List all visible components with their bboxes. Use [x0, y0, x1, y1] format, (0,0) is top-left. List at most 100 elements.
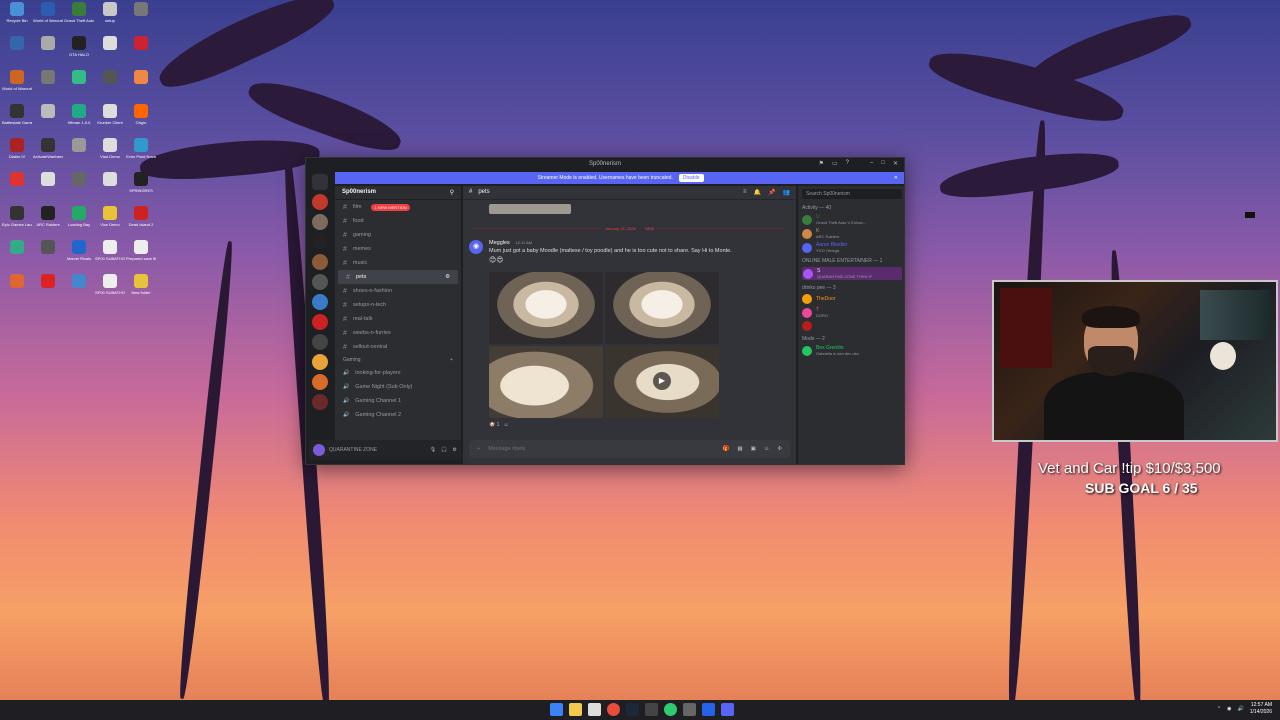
- avatar[interactable]: [313, 444, 325, 456]
- desktop-icon[interactable]: [33, 36, 63, 68]
- members-icon[interactable]: 👥: [783, 189, 790, 196]
- xbox-icon[interactable]: [664, 703, 677, 716]
- member[interactable]: S QUARANTINE ZONE THEN IF: [802, 267, 902, 280]
- channel-gaming[interactable]: # gaming: [335, 228, 461, 242]
- desktop-icon[interactable]: [95, 70, 125, 102]
- desktop-icon[interactable]: SP00 SUBATHON: [95, 274, 125, 306]
- desktop-icon[interactable]: [2, 36, 32, 68]
- desktop-icon[interactable]: World of Warcraft: [2, 70, 32, 102]
- desktop-icon[interactable]: Hitman 1.0.0: [64, 104, 94, 136]
- banner-close-icon[interactable]: ✕: [894, 175, 898, 181]
- desktop-icon[interactable]: [126, 2, 156, 34]
- composer-placeholder[interactable]: Message #pets: [488, 446, 525, 452]
- desktop-icon[interactable]: Vlad Demo: [95, 138, 125, 170]
- attach-icon[interactable]: +: [477, 446, 480, 452]
- network-icon[interactable]: ◉: [1227, 706, 1231, 712]
- desktop-icon[interactable]: Echo Point Nova: [126, 138, 156, 170]
- desktop-icon[interactable]: [95, 36, 125, 68]
- microphone-icon[interactable]: 🎙: [430, 447, 436, 453]
- desktop-icon-right[interactable]: [1238, 212, 1262, 220]
- member[interactable]: Aaron Bleidler YGO Omega: [802, 242, 902, 253]
- message[interactable]: ◉ Meggles 12:11 AM Mum just got a baby M…: [463, 238, 796, 266]
- clock[interactable]: 12:57 AM 1/14/2026: [1250, 702, 1272, 716]
- voice-channel[interactable]: 🔊 looking-for-players: [335, 366, 461, 380]
- help-icon[interactable]: ?: [846, 160, 849, 167]
- desktop-icon[interactable]: GTA HALO: [64, 36, 94, 68]
- server-icon[interactable]: [311, 394, 328, 410]
- add-channel-icon[interactable]: +: [450, 357, 453, 363]
- dog-photo[interactable]: [605, 272, 719, 344]
- member[interactable]: U Grand Theft Auto V Enhan...: [802, 214, 902, 225]
- server-header[interactable]: Sp00nerism ⚲: [335, 186, 461, 200]
- previous-image-strip[interactable]: [489, 204, 571, 214]
- message-composer[interactable]: + Message #pets 🎁 ▦ ▣ ☺ ✣: [469, 440, 790, 458]
- minimize-icon[interactable]: –: [870, 160, 873, 167]
- server-icon[interactable]: [311, 354, 328, 370]
- desktop-icon[interactable]: [64, 70, 94, 102]
- app-icon[interactable]: [683, 703, 696, 716]
- dog-photo[interactable]: [489, 346, 603, 418]
- threads-icon[interactable]: ≡: [743, 189, 747, 196]
- desktop-icon[interactable]: [64, 138, 94, 170]
- server-icon[interactable]: [311, 274, 328, 290]
- category-gaming[interactable]: Gaming +: [335, 354, 461, 366]
- server-icon[interactable]: [311, 254, 328, 270]
- desktop-icon[interactable]: [64, 274, 94, 306]
- inbox-icon[interactable]: ⚑: [819, 160, 824, 167]
- desktop-icon[interactable]: [33, 70, 63, 102]
- server-icon[interactable]: [311, 294, 328, 310]
- server-icon[interactable]: [311, 314, 328, 330]
- channel-real-talk[interactable]: # real-talk: [335, 312, 461, 326]
- dog-photo[interactable]: [489, 272, 603, 344]
- channel-pets[interactable]: # pets ⚙: [338, 270, 458, 284]
- gift-icon[interactable]: 🎁: [723, 446, 730, 452]
- settings-icon[interactable]: ⚙: [453, 447, 457, 453]
- screen-icon[interactable]: ▭: [832, 160, 838, 167]
- desktop-icon[interactable]: [33, 104, 63, 136]
- message-author[interactable]: Meggles: [489, 240, 510, 246]
- discord-avatar-icon[interactable]: ◉: [469, 240, 483, 254]
- member[interactable]: T DORO: [802, 307, 902, 318]
- channel-shoes-n-fashion[interactable]: # shoes-n-fashion: [335, 284, 461, 298]
- gif-icon[interactable]: ▦: [737, 446, 742, 452]
- channel-sellout-central[interactable]: # sellout-central: [335, 340, 461, 354]
- server-icon[interactable]: [311, 214, 328, 230]
- member[interactable]: TheDoor: [802, 294, 902, 304]
- desktop-icon[interactable]: [2, 172, 32, 204]
- disable-button[interactable]: Disable: [678, 174, 704, 182]
- voice-channel[interactable]: 🔊 Gaming Channel 1: [335, 394, 461, 408]
- desktop-icon[interactable]: SP00 SUBATHON: [95, 240, 125, 272]
- desktop-icon[interactable]: SPRINGRES: [126, 172, 156, 204]
- member[interactable]: [802, 321, 902, 331]
- channel-music[interactable]: # music: [335, 256, 461, 270]
- play-icon[interactable]: ▶: [653, 372, 671, 390]
- desktop-icon[interactable]: setup: [95, 2, 125, 34]
- desktop-icon[interactable]: [95, 172, 125, 204]
- headphones-icon[interactable]: 🎧: [441, 447, 447, 453]
- reaction[interactable]: 🐶 1: [489, 422, 499, 428]
- desktop-icon[interactable]: Loading Bay: [64, 206, 94, 238]
- dog-video[interactable]: ▶: [605, 346, 719, 418]
- notepad-icon[interactable]: [588, 703, 601, 716]
- desktop-icon[interactable]: Marvel Rivals: [64, 240, 94, 272]
- channel-food[interactable]: # food: [335, 214, 461, 228]
- channel-settings-icon[interactable]: ⚙: [445, 274, 450, 280]
- volume-icon[interactable]: 🔊: [1238, 706, 1244, 712]
- add-member-icon[interactable]: ⚲: [450, 189, 454, 196]
- server-icon[interactable]: [311, 194, 328, 210]
- server-icon[interactable]: [311, 374, 328, 390]
- desktop-icon[interactable]: Grand Theft Auto V Ex: [64, 2, 94, 34]
- file-explorer-icon[interactable]: [569, 703, 582, 716]
- search-input[interactable]: Search Sp00nerism: [802, 189, 902, 199]
- maximize-icon[interactable]: □: [881, 160, 885, 167]
- desktop-icon[interactable]: Vice Demo: [95, 206, 125, 238]
- server-icon[interactable]: [311, 234, 328, 250]
- server-icon[interactable]: [311, 334, 328, 350]
- mention-badge[interactable]: 1 NEW MENTION: [371, 203, 410, 211]
- desktop-icon[interactable]: Krunker Client: [95, 104, 125, 136]
- app-icon[interactable]: [702, 703, 715, 716]
- sticker-icon[interactable]: ▣: [751, 446, 756, 452]
- desktop-icon[interactable]: ARC Raiders: [33, 206, 63, 238]
- desktop-icon[interactable]: Epic Games Launcher: [2, 206, 32, 238]
- channel-weebs-n-furries[interactable]: # weebs-n-furries: [335, 326, 461, 340]
